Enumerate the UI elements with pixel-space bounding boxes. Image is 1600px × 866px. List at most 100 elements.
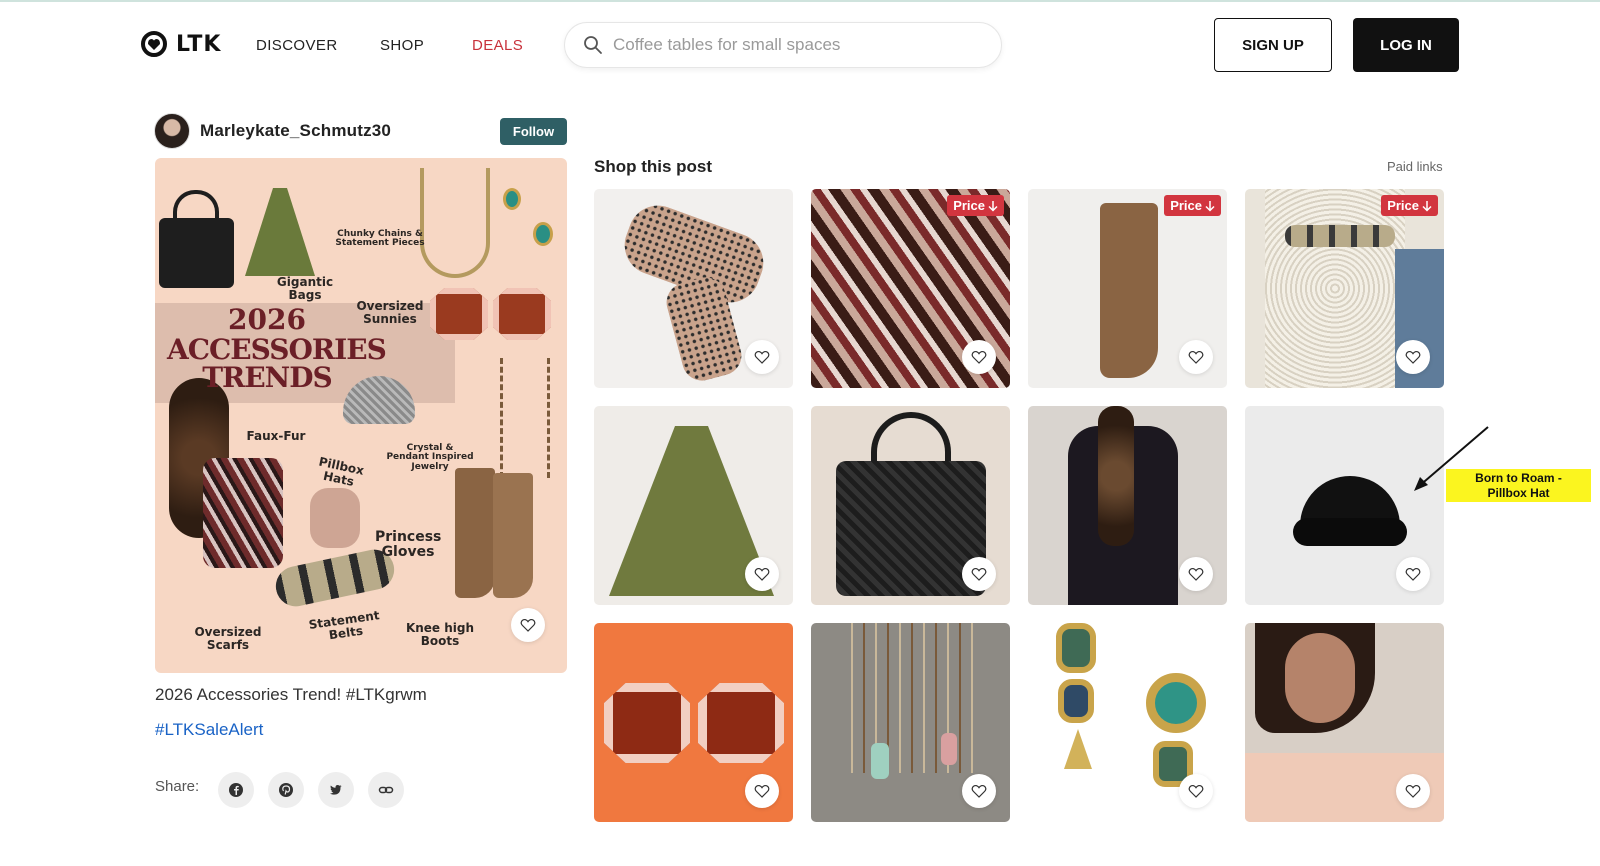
arrow-down-icon <box>1205 200 1215 212</box>
product-tile-statement-earrings[interactable] <box>1028 623 1227 822</box>
share-twitter-button[interactable] <box>318 772 354 808</box>
nav-deals[interactable]: DEALS <box>472 37 523 54</box>
product-like-button[interactable] <box>745 340 779 374</box>
search-input[interactable] <box>613 35 973 55</box>
product-tile-model-necklace[interactable] <box>1245 623 1444 822</box>
art-label-gloves: Princess Gloves <box>375 529 442 560</box>
paid-links-label: Paid links <box>1387 159 1443 174</box>
pendant-shape <box>871 743 889 779</box>
annotation-line1: Born to Roam - <box>1475 471 1562 485</box>
heart-icon <box>1405 350 1421 364</box>
fur-scarf-shape <box>1098 406 1134 546</box>
product-like-button[interactable] <box>1179 557 1213 591</box>
creator-profile[interactable]: Marleykate_Schmutz30 <box>154 113 391 149</box>
annotation-line2: Pillbox Hat <box>1487 486 1550 500</box>
log-in-button[interactable]: LOG IN <box>1353 18 1459 72</box>
top-accent-line <box>0 0 1600 2</box>
pinterest-icon <box>279 783 293 797</box>
gloves-art <box>310 488 360 548</box>
nav-shop[interactable]: SHOP <box>380 37 424 54</box>
heart-icon <box>971 784 987 798</box>
sign-up-button[interactable]: SIGN UP <box>1214 18 1332 72</box>
follow-button[interactable]: Follow <box>500 118 567 145</box>
post-caption: 2026 Accessories Trend! #LTKgrwm <box>155 685 427 704</box>
share-label: Share: <box>155 778 200 795</box>
post-like-button[interactable] <box>511 608 545 642</box>
price-badge-label: Price <box>1170 198 1202 213</box>
heart-icon <box>754 350 770 364</box>
heart-icon <box>1188 784 1204 798</box>
heart-icon <box>754 784 770 798</box>
art-year: 2026 <box>228 303 306 336</box>
nav-discover[interactable]: DISCOVER <box>256 37 338 54</box>
earring-mid-shape <box>1058 679 1094 723</box>
annotation-label: Born to Roam - Pillbox Hat <box>1446 469 1591 502</box>
price-badge-label: Price <box>1387 198 1419 213</box>
ltk-logo-icon <box>141 31 167 57</box>
share-link-button[interactable] <box>368 772 404 808</box>
hashtag-link[interactable]: #LTKSaleAlert <box>155 720 263 740</box>
boots-art <box>455 468 495 598</box>
hobo-bag-art <box>245 188 315 276</box>
art-label-belts: Statement Belts <box>307 608 381 642</box>
art-label-sunnies: Oversized Sunnies <box>356 299 424 326</box>
crystal-necklace-art <box>500 358 550 478</box>
product-tile-woven-tote[interactable] <box>811 406 1010 605</box>
product-like-button[interactable] <box>1396 340 1430 374</box>
product-tile-suede-boots[interactable]: Price <box>1028 189 1227 388</box>
price-badge-label: Price <box>953 198 985 213</box>
lens-right-shape <box>698 683 784 763</box>
shop-this-post-title: Shop this post <box>594 157 713 176</box>
product-tile-lace-gloves[interactable] <box>594 189 793 388</box>
heart-icon <box>1188 567 1204 581</box>
share-pinterest-button[interactable] <box>268 772 304 808</box>
facebook-icon <box>229 783 243 797</box>
arrow-down-icon <box>1422 200 1432 212</box>
product-like-button[interactable] <box>1179 774 1213 808</box>
avatar[interactable] <box>154 113 190 149</box>
post-art-title: 2026 ACCESSORIES TRENDS <box>167 303 387 394</box>
lens-left-shape <box>604 683 690 763</box>
art-title-line2: TRENDS <box>202 361 333 394</box>
art-label-scarfs: Oversized Scarfs <box>194 625 262 652</box>
product-like-button[interactable] <box>745 774 779 808</box>
earring-art-2 <box>533 222 553 246</box>
pendant-shape-2 <box>941 733 957 765</box>
hat-brim-shape <box>1293 518 1407 546</box>
post-image[interactable]: 2026 ACCESSORIES TRENDS Chunky Chains & … <box>155 158 567 673</box>
product-tile-faux-fur-scarf[interactable] <box>1028 406 1227 605</box>
art-label-chunky: Chunky Chains & Statement Pieces <box>335 229 425 249</box>
sunglasses-art <box>430 288 488 340</box>
product-like-button[interactable] <box>1396 557 1430 591</box>
search-bar[interactable] <box>564 22 1002 68</box>
art-label-boots: Knee high Boots <box>405 621 475 648</box>
product-like-button[interactable] <box>962 340 996 374</box>
boot-shape <box>1100 203 1158 378</box>
product-tile-printed-scarf[interactable]: Price <box>811 189 1010 388</box>
product-tile-oversized-sunglasses[interactable] <box>594 623 793 822</box>
printed-scarf-art <box>203 458 283 568</box>
product-like-button[interactable] <box>745 557 779 591</box>
arrow-down-icon <box>988 200 998 212</box>
ltk-logo[interactable]: LTK <box>140 30 221 58</box>
heart-icon <box>1405 784 1421 798</box>
lace-skirt-shape <box>1265 189 1405 388</box>
boots-art-2 <box>493 473 533 598</box>
product-like-button[interactable] <box>1179 340 1213 374</box>
product-like-button[interactable] <box>1396 774 1430 808</box>
belt-shape <box>1285 225 1395 247</box>
earring-right-shape <box>1146 673 1206 733</box>
product-tile-pendant-necklaces[interactable] <box>811 623 1010 822</box>
art-title-line1: ACCESSORIES <box>167 333 387 366</box>
share-facebook-button[interactable] <box>218 772 254 808</box>
necklace-strands-shape <box>841 623 981 773</box>
creator-name[interactable]: Marleykate_Schmutz30 <box>200 121 391 141</box>
product-like-button[interactable] <box>962 774 996 808</box>
face-shape <box>1285 633 1355 723</box>
price-drop-badge: Price <box>1164 195 1221 216</box>
product-tile-suede-hobo-bag[interactable] <box>594 406 793 605</box>
product-tile-statement-belt[interactable]: Price <box>1245 189 1444 388</box>
price-drop-badge: Price <box>947 195 1004 216</box>
art-label-fauxfur: Faux-Fur <box>246 429 306 443</box>
product-like-button[interactable] <box>962 557 996 591</box>
